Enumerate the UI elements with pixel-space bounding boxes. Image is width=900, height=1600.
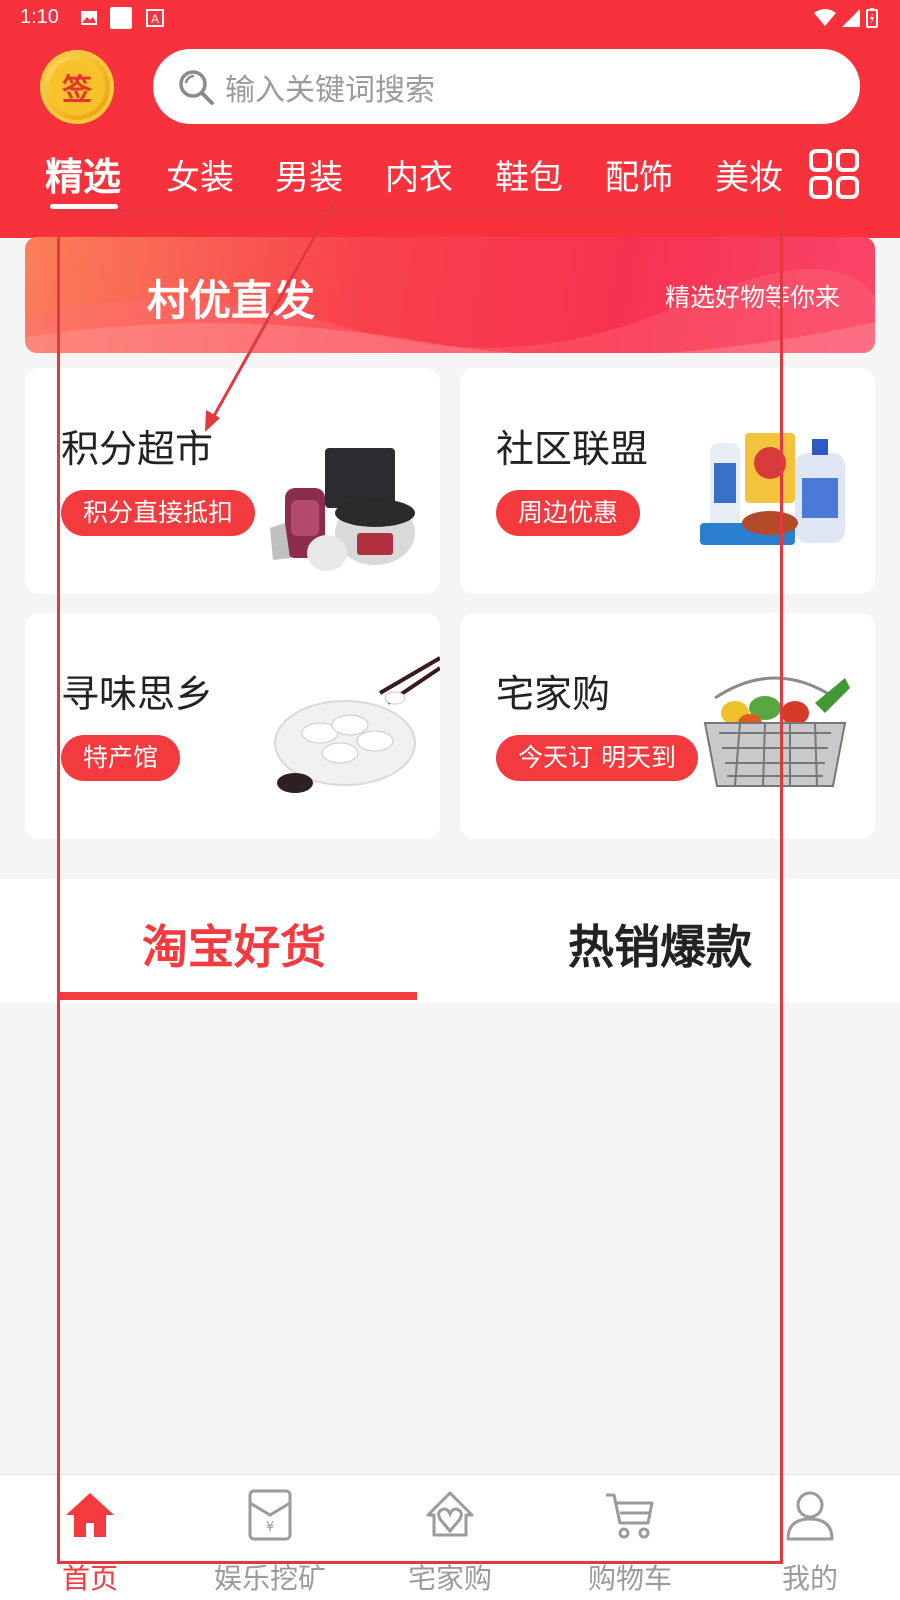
tab-taobao-goods[interactable]: 淘宝好货 <box>142 911 326 977</box>
user-icon <box>786 1491 834 1541</box>
battery-icon <box>866 8 878 28</box>
sign-in-button[interactable]: 签 <box>40 50 114 124</box>
card-points-mall[interactable]: 积分超市 积分直接抵扣 <box>25 368 440 594</box>
household-products-image <box>700 433 845 545</box>
nav-profile[interactable]: 我的 <box>730 1487 890 1597</box>
cart-icon <box>606 1493 654 1539</box>
svg-text:¥: ¥ <box>266 1520 274 1535</box>
category-tabs: 精选 女装 男装 内衣 鞋包 配饰 美妆 <box>0 140 900 210</box>
banner-subtitle: 精选好物等你来 <box>664 283 840 312</box>
tab-womens[interactable]: 女装 <box>166 150 234 199</box>
tab-hot-sellers[interactable]: 热销爆款 <box>568 911 752 977</box>
signal-icon <box>842 9 860 27</box>
card-hometown-flavor[interactable]: 寻味思乡 特产馆 <box>25 613 440 839</box>
promo-banner[interactable]: 村优直发 精选好物等你来 <box>25 237 875 353</box>
banner-title: 村优直发 <box>147 276 316 325</box>
feed-tabs: 淘宝好货 热销爆款 <box>0 879 900 1003</box>
nav-label: 娱乐挖矿 <box>213 1562 326 1595</box>
card-tag: 特产馆 <box>61 735 181 781</box>
tab-featured[interactable]: 精选 <box>45 146 121 201</box>
tab-shoes-bags[interactable]: 鞋包 <box>495 150 563 199</box>
card-title: 积分超市 <box>61 427 214 471</box>
svg-text:A: A <box>151 12 159 26</box>
card-tag: 积分直接抵扣 <box>61 490 256 536</box>
card-tag: 今天订 明天到 <box>496 735 698 781</box>
nav-home-shopping[interactable]: 宅家购 <box>370 1487 530 1597</box>
nav-label: 我的 <box>781 1562 838 1595</box>
card-title: 寻味思乡 <box>61 672 214 716</box>
nav-cart[interactable]: 购物车 <box>550 1487 710 1597</box>
dumplings-image <box>274 656 440 793</box>
nav-label: 宅家购 <box>407 1562 492 1595</box>
tab-accessories[interactable]: 配饰 <box>605 150 673 199</box>
grid-menu-icon[interactable] <box>808 148 860 200</box>
card-tag: 周边优惠 <box>496 490 641 536</box>
nav-label: 首页 <box>61 1562 118 1595</box>
image-notification-icon <box>81 11 97 25</box>
a-notification-icon: A <box>146 9 164 27</box>
nav-entertainment-mining[interactable]: ¥ 娱乐挖矿 <box>190 1487 350 1597</box>
search-icon <box>179 69 214 105</box>
nav-label: 购物车 <box>587 1562 672 1595</box>
header: 1:10 A 签 输入关键词搜索 精选 女装 男装 内衣 鞋包 配饰 美妆 <box>0 0 900 238</box>
card-title: 宅家购 <box>496 672 611 716</box>
active-tab-underline <box>50 204 118 209</box>
tab-underwear[interactable]: 内衣 <box>385 150 453 199</box>
blank-notification-icon <box>110 7 132 29</box>
sign-in-label: 签 <box>49 59 105 115</box>
search-placeholder: 输入关键词搜索 <box>225 72 435 108</box>
home-icon <box>66 1493 114 1537</box>
wifi-icon <box>814 9 836 26</box>
bottom-navigation: 首页 ¥ 娱乐挖矿 宅家购 购物车 我的 <box>0 1474 900 1600</box>
wallet-icon: ¥ <box>248 1489 292 1541</box>
search-input[interactable]: 输入关键词搜索 <box>153 49 860 124</box>
status-time: 1:10 <box>20 6 59 28</box>
tab-beauty[interactable]: 美妆 <box>715 150 783 199</box>
status-bar: 1:10 A <box>0 0 900 38</box>
nav-home[interactable]: 首页 <box>10 1487 170 1597</box>
vegetable-basket-image <box>703 676 850 787</box>
tab-mens[interactable]: 男装 <box>275 150 343 199</box>
card-home-shopping[interactable]: 宅家购 今天订 明天到 <box>460 613 875 839</box>
house-heart-icon <box>426 1491 474 1537</box>
card-community-alliance[interactable]: 社区联盟 周边优惠 <box>460 368 875 594</box>
appliances-image <box>270 448 415 571</box>
feed-tab-underline <box>57 992 417 1000</box>
card-title: 社区联盟 <box>496 427 649 471</box>
